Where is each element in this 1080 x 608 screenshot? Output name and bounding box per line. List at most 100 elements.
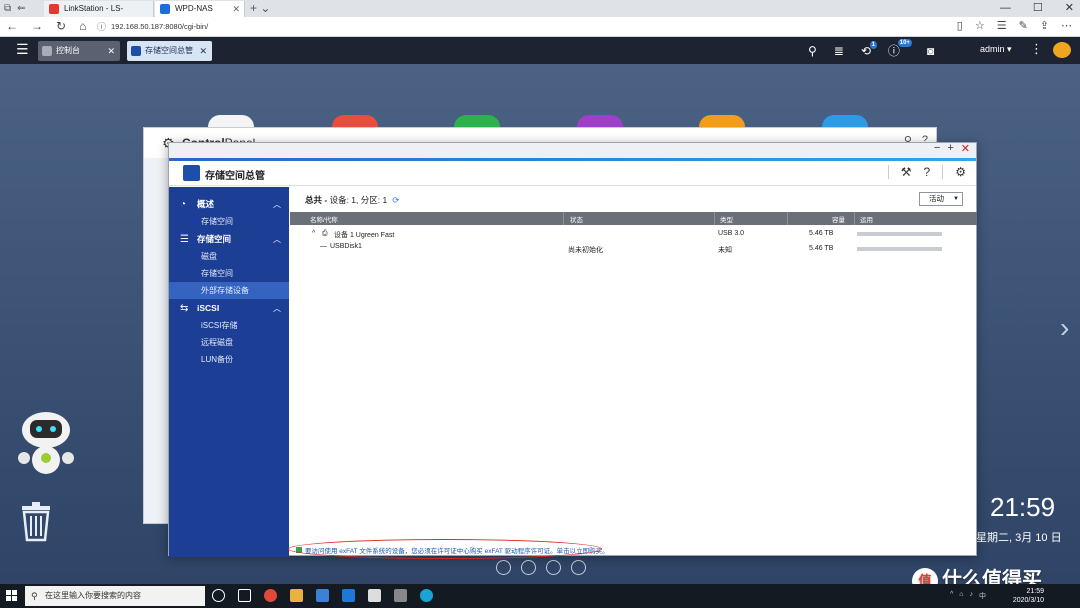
row-status: 尚未初始化 bbox=[568, 247, 603, 254]
close-window-icon[interactable]: ✕ bbox=[1065, 0, 1074, 16]
minimize-icon[interactable]: — bbox=[1000, 0, 1011, 16]
sidebar-item-iscsi-storage[interactable]: iSCSI存储 bbox=[169, 317, 289, 334]
user-avatar-icon[interactable]: ◙ bbox=[927, 44, 934, 58]
window-title-bar[interactable]: − + ✕ bbox=[169, 142, 976, 158]
info-icon[interactable]: ⓘ bbox=[97, 20, 106, 34]
user-menu[interactable]: admin ▾ bbox=[980, 44, 1012, 55]
favorites-list-icon[interactable]: ☰ bbox=[997, 19, 1007, 32]
dock-icon[interactable] bbox=[546, 560, 561, 575]
help-icon[interactable]: ? bbox=[924, 165, 931, 179]
chevron-up-icon[interactable]: ︿ bbox=[273, 196, 281, 213]
share-icon[interactable]: ⇪ bbox=[1040, 19, 1049, 32]
maximize-icon[interactable]: ☐ bbox=[1033, 0, 1043, 16]
summary-line: 总共 - 设备: 1, 分区: 1 ⟳ bbox=[305, 194, 399, 206]
close-icon[interactable]: ✕ bbox=[961, 142, 970, 155]
volume-icon[interactable]: ♪ bbox=[970, 591, 974, 601]
desktop-date: 星期二, 3月 10 日 bbox=[976, 532, 1062, 544]
dock-icon[interactable] bbox=[521, 560, 536, 575]
reading-view-icon[interactable]: ▯ bbox=[957, 19, 963, 32]
expand-toggle[interactable]: ^ bbox=[312, 230, 315, 237]
tab-sets-icon[interactable]: ⧉ bbox=[4, 3, 11, 14]
taskbar-search-box[interactable]: ⚲ 在这里输入你要搜索的内容 bbox=[25, 586, 205, 606]
qts-top-bar: ☰ 控制台 ✕ 存储空间总管 ✕ ⚲ ≣ ⟲ 1 ⓘ 10+ ◙ admin ▾ ⋮ bbox=[0, 37, 1080, 64]
background-tasks-icon[interactable]: ≣ bbox=[834, 44, 844, 58]
app-icon[interactable] bbox=[394, 589, 407, 602]
sidebar-group-overview[interactable]: ◔ 概述 ︿ bbox=[169, 196, 289, 213]
chrome-icon[interactable] bbox=[264, 589, 277, 602]
url-field[interactable]: ⓘ 192.168.50.187:8080/cgi-bin/ bbox=[95, 20, 965, 34]
column-header-status[interactable]: 状态 bbox=[570, 214, 583, 224]
task-view-icon[interactable] bbox=[238, 589, 251, 602]
file-explorer-icon[interactable] bbox=[290, 589, 303, 602]
sidebar-item-external-storage[interactable]: 外部存储设备 bbox=[169, 282, 289, 299]
chevron-up-icon[interactable]: ^ bbox=[950, 591, 953, 601]
store-icon[interactable] bbox=[368, 589, 381, 602]
table-row[interactable]: ^ ⎙ 设备 1 Ugreen Fast USB 3.0 5.46 TB bbox=[290, 227, 977, 240]
next-page-arrow-icon[interactable]: › bbox=[1060, 312, 1069, 344]
recycle-bin-icon[interactable] bbox=[20, 500, 52, 542]
more-icon[interactable]: ⋯ bbox=[1061, 19, 1072, 32]
sidebar-item-overview-storage[interactable]: 存储空间 bbox=[169, 213, 289, 230]
back-tabs-icon[interactable]: ⇐ bbox=[17, 3, 25, 14]
home-icon[interactable]: ⌂ bbox=[79, 19, 86, 33]
app-header: 存储空间总管 ⚒ ? ⚙ bbox=[169, 161, 976, 186]
main-menu-icon[interactable]: ☰ bbox=[16, 41, 29, 58]
tray-date: 2020/3/10 bbox=[1012, 597, 1044, 604]
sidebar-group-iscsi[interactable]: ⇆ iSCSI ︿ bbox=[169, 300, 289, 317]
minimize-icon[interactable]: − bbox=[934, 142, 940, 155]
dashboard-icon[interactable] bbox=[1053, 42, 1071, 58]
ime-language[interactable]: 中 bbox=[979, 591, 986, 601]
settings-gear-icon[interactable]: ⚙ bbox=[955, 165, 966, 179]
mail-icon[interactable] bbox=[316, 589, 329, 602]
sidebar-item-remote-disk[interactable]: 远程磁盘 bbox=[169, 334, 289, 351]
column-header-type[interactable]: 类型 bbox=[720, 214, 733, 224]
browser-tab-wpd-nas[interactable]: WPD-NAS ✕ bbox=[155, 1, 245, 17]
action-dropdown-button[interactable]: 活动 ▼ bbox=[919, 192, 963, 206]
sidebar-item-storage-space[interactable]: 存储空间 bbox=[169, 265, 289, 282]
qfinder-icon[interactable] bbox=[420, 589, 433, 602]
sidebar-group-storage[interactable]: ☰ 存储空间 ︿ bbox=[169, 231, 289, 248]
close-tab-icon[interactable]: ✕ bbox=[199, 41, 207, 61]
column-header-capacity[interactable]: 容量 bbox=[832, 214, 845, 224]
sidebar-item-disks[interactable]: 磁盘 bbox=[169, 248, 289, 265]
robot-assistant-icon[interactable] bbox=[16, 410, 76, 480]
column-header-usage[interactable]: 运用 bbox=[860, 214, 873, 224]
dock-icon[interactable] bbox=[571, 560, 586, 575]
tools-icon[interactable]: ⚒ bbox=[901, 165, 912, 179]
row-type: 未知 bbox=[718, 247, 732, 254]
pen-icon[interactable]: ✎ bbox=[1019, 19, 1028, 32]
sidebar-item-lun-backup[interactable]: LUN备份 bbox=[169, 351, 289, 368]
refresh-icon[interactable]: ⟳ bbox=[392, 195, 399, 205]
external-device-icon[interactable]: ⟲ 1 bbox=[861, 40, 877, 58]
browser-tab-linkstation[interactable]: LinkStation - LS-VL(LS-VL59 bbox=[44, 1, 154, 29]
taskbar-pinned-apps bbox=[212, 589, 433, 602]
reload-icon[interactable]: ↻ bbox=[56, 19, 66, 33]
more-options-icon[interactable]: ⋮ bbox=[1030, 41, 1043, 57]
network-icon[interactable]: ⌂ bbox=[959, 591, 963, 601]
dock-icon[interactable] bbox=[496, 560, 511, 575]
chevron-up-icon[interactable]: ︿ bbox=[273, 300, 281, 317]
table-row[interactable]: — USBDisk1 尚未初始化 未知 5.46 TB bbox=[290, 240, 977, 254]
browser-tab-label: WPD-NAS bbox=[175, 4, 213, 13]
qts-tab-storage-manager[interactable]: 存储空间总管 ✕ bbox=[127, 41, 212, 61]
back-icon[interactable]: ← bbox=[6, 19, 18, 33]
event-notification-icon[interactable]: ⓘ 10+ bbox=[888, 39, 912, 59]
tab-actions[interactable]: ⧉ ⇐ bbox=[4, 3, 26, 14]
qts-tab-control-panel[interactable]: 控制台 ✕ bbox=[38, 41, 120, 61]
close-tab-icon[interactable]: ✕ bbox=[107, 41, 115, 61]
forward-icon[interactable]: → bbox=[31, 19, 43, 33]
cortana-icon[interactable] bbox=[212, 589, 225, 602]
new-tab-button[interactable]: + ⌄ bbox=[250, 0, 270, 16]
external-devices-table: 名称/代称 状态 类型 容量 运用 ^ ⎙ 设备 1 Ugreen Fast U… bbox=[290, 212, 977, 254]
gear-icon bbox=[42, 46, 52, 56]
desktop-clock: 21:59 bbox=[990, 492, 1056, 522]
search-icon[interactable]: ⚲ bbox=[808, 44, 817, 58]
taskbar-clock[interactable]: 21:59 2020/3/10 bbox=[1013, 587, 1044, 605]
maximize-icon[interactable]: + bbox=[947, 142, 953, 155]
windows-start-icon[interactable] bbox=[6, 590, 18, 602]
chevron-up-icon[interactable]: ︿ bbox=[273, 231, 281, 248]
column-header-name[interactable]: 名称/代称 bbox=[310, 214, 338, 224]
edge-icon[interactable] bbox=[342, 589, 355, 602]
close-tab-icon[interactable]: ✕ bbox=[232, 1, 240, 17]
favorite-star-icon[interactable]: ☆ bbox=[975, 19, 985, 32]
